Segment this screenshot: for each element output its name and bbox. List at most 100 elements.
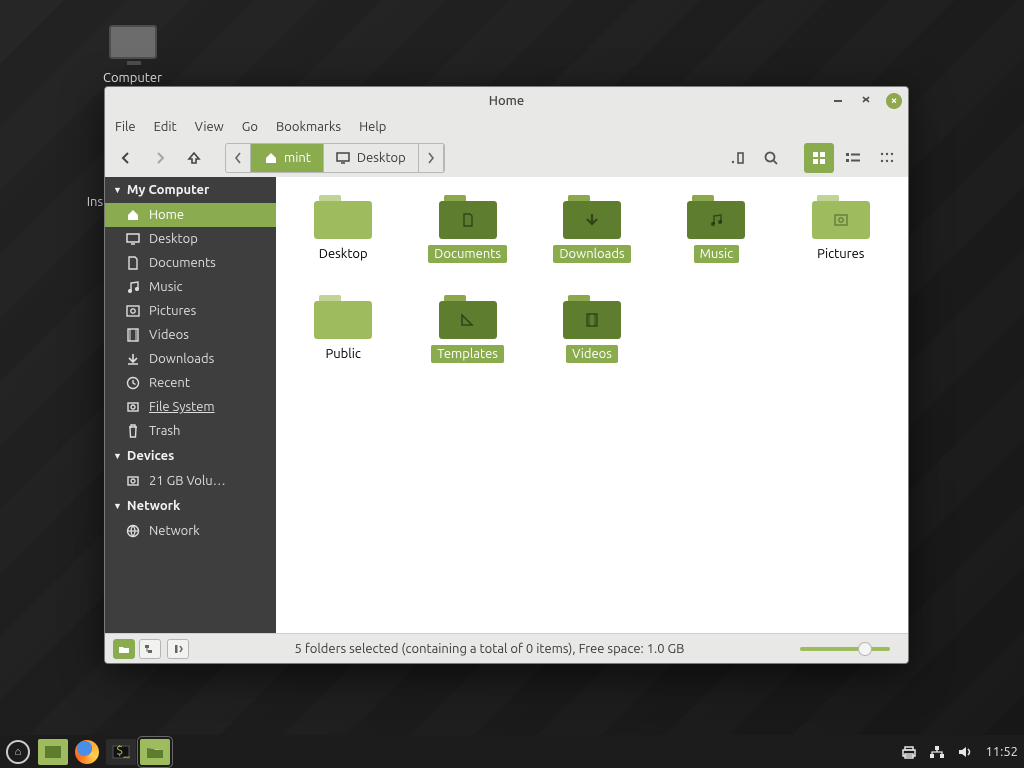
trash-icon [125,424,140,438]
sidebar-item-recent[interactable]: Recent [105,371,276,395]
maximize-button[interactable] [858,93,874,109]
path-prev[interactable] [226,144,251,172]
hide-sidebar-button[interactable] [167,639,189,659]
minimize-button[interactable] [830,93,846,109]
menu-file[interactable]: File [115,120,136,134]
sidebar-item-documents[interactable]: Documents [105,251,276,275]
fs-icon [125,474,140,488]
home-icon [263,151,278,165]
folder-videos[interactable]: Videos [535,295,649,363]
window-title: Home [105,94,908,108]
folder-icon [439,295,497,339]
desktop-icon [336,152,351,164]
sidebar-item-label: Pictures [149,304,196,318]
sidebar-section-header[interactable]: ▼My Computer [105,177,276,203]
file-manager-window: Home × File Edit View Go Bookmarks Help … [104,86,909,664]
caret-down-icon: ▼ [113,185,122,195]
menu-view[interactable]: View [195,120,224,134]
list-view-button[interactable] [838,143,868,173]
computer-icon [109,25,157,59]
files-task-button[interactable] [140,739,170,765]
icon-view-button[interactable] [804,143,834,173]
folder-label: Videos [566,345,618,363]
folder-label: Templates [431,345,504,363]
folder-desktop[interactable]: Desktop [286,195,400,263]
sidebar-item-downloads[interactable]: Downloads [105,347,276,371]
folder-label: Downloads [553,245,630,263]
desktop-icon [125,233,140,245]
zoom-slider-knob[interactable] [858,642,872,656]
places-sidebar-button[interactable] [113,639,135,659]
terminal-launcher[interactable]: $_ [106,739,136,765]
sidebar-item-pictures[interactable]: Pictures [105,299,276,323]
svg-text:$_: $_ [116,745,130,758]
clock[interactable]: 11:52 [985,745,1018,759]
folder-icon [314,295,372,339]
up-button[interactable] [179,143,209,173]
desktop-icon-label: Computer [95,71,170,85]
sidebar-item-videos[interactable]: Videos [105,323,276,347]
path-home[interactable]: mint [251,144,324,172]
sidebar-section-header[interactable]: ▼Network [105,493,276,519]
sidebar-item-label: Home [149,208,184,222]
sidebar-item-label: Downloads [149,352,214,366]
music-icon [125,280,140,294]
back-button[interactable] [111,143,141,173]
compact-view-button[interactable] [872,143,902,173]
sidebar-item-label: Documents [149,256,216,270]
folder-icon [812,195,870,239]
folder-downloads[interactable]: Downloads [535,195,649,263]
desktop-icon-computer[interactable]: Computer [95,25,170,85]
folder-icon [687,195,745,239]
sidebar-item-file-system[interactable]: File System [105,395,276,419]
mint-logo-icon: ⌂ [15,746,22,758]
sidebar-item-desktop[interactable]: Desktop [105,227,276,251]
folder-view[interactable]: Desktop Documents Downloads Music Pictures Pu… [276,177,908,633]
toolbar: mint Desktop [105,139,908,177]
folder-documents[interactable]: Documents [410,195,524,263]
printer-tray-icon[interactable] [901,745,917,759]
sidebar-item-music[interactable]: Music [105,275,276,299]
search-button[interactable] [756,143,786,173]
folder-music[interactable]: Music [659,195,773,263]
forward-button [145,143,175,173]
volume-tray-icon[interactable] [957,745,973,759]
sidebar-item-label: Desktop [149,232,198,246]
path-next[interactable] [419,144,444,172]
folder-label: Desktop [313,245,374,263]
sidebar-item-network[interactable]: Network [105,519,276,543]
network-tray-icon[interactable] [929,745,945,759]
recent-icon [125,376,140,390]
menu-button[interactable]: ⌂ [6,740,30,764]
menu-bookmarks[interactable]: Bookmarks [276,120,341,134]
menu-go[interactable]: Go [242,120,258,134]
titlebar[interactable]: Home × [105,87,908,115]
zoom-slider[interactable] [800,647,890,651]
firefox-launcher[interactable] [72,739,102,765]
sidebar-item-21-gb-volu-[interactable]: 21 GB Volu… [105,469,276,493]
tree-sidebar-button[interactable] [139,639,161,659]
folder-pictures[interactable]: Pictures [784,195,898,263]
taskbar: ⌂ $_ 11:52 [0,735,1024,768]
sidebar: ▼My Computer Home Desktop Documents Music Pic… [105,177,276,633]
show-desktop-button[interactable] [38,739,68,765]
sidebar-item-home[interactable]: Home [105,203,276,227]
menu-help[interactable]: Help [359,120,386,134]
sidebar-item-trash[interactable]: Trash [105,419,276,443]
pic-icon [125,305,140,317]
sidebar-item-label: Recent [149,376,190,390]
folder-icon [563,295,621,339]
status-bar: 5 folders selected (containing a total o… [105,633,908,663]
path-desktop[interactable]: Desktop [324,144,419,172]
sidebar-item-label: Network [149,524,200,538]
sidebar-section-header[interactable]: ▼Devices [105,443,276,469]
status-text: 5 folders selected (containing a total o… [295,642,685,656]
menu-edit[interactable]: Edit [154,120,177,134]
folder-icon [439,195,497,239]
caret-down-icon: ▼ [113,451,122,461]
close-button[interactable]: × [886,93,902,109]
folder-label: Music [694,245,740,263]
folder-templates[interactable]: Templates [410,295,524,363]
toggle-location-button[interactable] [722,143,752,173]
folder-public[interactable]: Public [286,295,400,363]
